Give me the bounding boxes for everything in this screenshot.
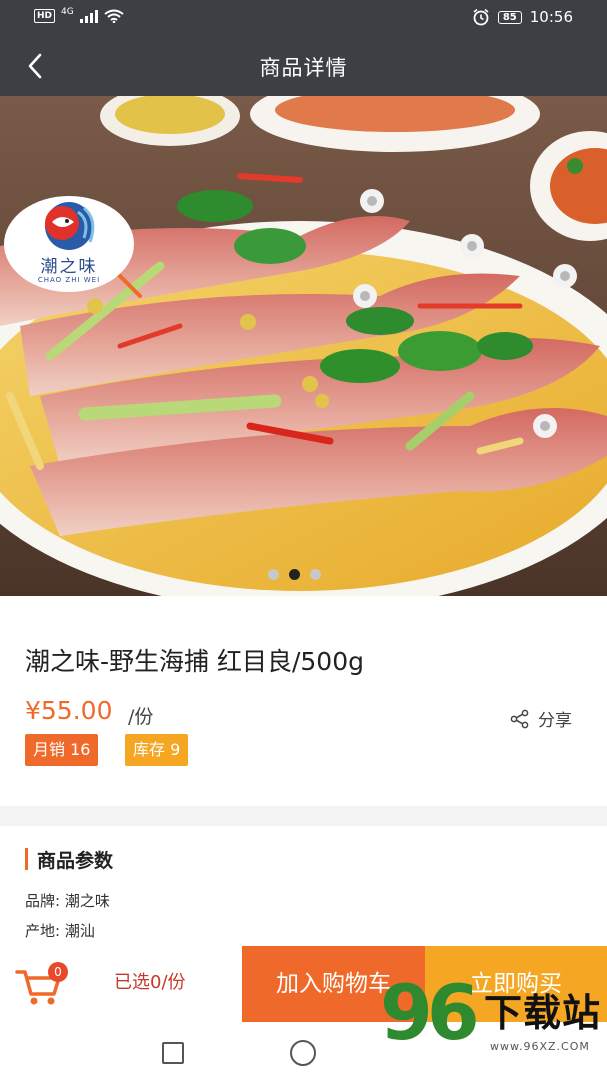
- carousel-dot[interactable]: [268, 569, 279, 580]
- app-header: 商品详情: [0, 36, 607, 96]
- price-unit: /份: [128, 706, 154, 728]
- share-button[interactable]: 分享: [510, 706, 572, 731]
- share-label: 分享: [538, 711, 572, 731]
- watermark-url: www.96XZ.COM: [490, 1040, 590, 1053]
- selected-quantity[interactable]: 已选0/份: [114, 968, 186, 994]
- watermark-number: 96: [380, 968, 480, 1057]
- page-title: 商品详情: [259, 56, 348, 80]
- cart-count-badge: 0: [48, 962, 68, 982]
- logo-subtitle: CHAO ZHI WEI: [37, 276, 101, 284]
- section-divider: [0, 806, 607, 826]
- params-heading: 商品参数: [37, 850, 114, 872]
- heading-accent: [25, 848, 28, 870]
- stock-badge: 库存 9: [125, 734, 189, 766]
- watermark: 96 下载站 www.96XZ.COM: [380, 968, 607, 1080]
- param-key: 产地:: [25, 922, 61, 940]
- param-row-brand: 品牌: 潮之味: [25, 890, 110, 911]
- product-price: ¥55.00: [25, 696, 113, 725]
- battery-indicator: 85: [497, 10, 522, 24]
- fish-logo-icon: [45, 202, 95, 250]
- recent-apps-button[interactable]: [162, 1042, 184, 1064]
- status-bar: HD 4G 85 10:56: [0, 0, 607, 36]
- status-right: 85 10:56: [472, 8, 573, 26]
- product-image-carousel[interactable]: 潮之味 CHAO ZHI WEI: [0, 96, 607, 596]
- alarm-icon: [473, 8, 489, 26]
- watermark-word: 下载站: [484, 991, 602, 1035]
- carousel-indicator: [268, 569, 321, 580]
- wifi-icon: [104, 9, 124, 23]
- share-icon: [510, 709, 529, 728]
- param-key: 品牌:: [25, 892, 61, 910]
- monthly-sales-badge: 月销 16: [25, 734, 99, 766]
- product-title: 潮之味-野生海捕 红目良/500g: [25, 647, 364, 676]
- param-value: 潮之味: [64, 892, 110, 910]
- carousel-dot-active[interactable]: [289, 569, 300, 580]
- brand-logo: 潮之味 CHAO ZHI WEI: [4, 196, 134, 292]
- signal-icon: [79, 9, 98, 23]
- network-type: 4G: [61, 7, 74, 17]
- home-button[interactable]: [290, 1040, 316, 1066]
- product-photo: [0, 96, 607, 596]
- logo-name: 潮之味: [40, 257, 98, 277]
- hd-badge: HD: [34, 9, 56, 23]
- clock: 10:56: [529, 8, 573, 26]
- param-value: 潮汕: [64, 922, 95, 940]
- carousel-dot[interactable]: [310, 569, 321, 580]
- param-row-origin: 产地: 潮汕: [25, 920, 95, 941]
- product-info: 潮之味-野生海捕 红目良/500g ¥55.00 /份 分享 月销 16 库存 …: [0, 596, 607, 806]
- status-left: HD 4G: [34, 7, 124, 23]
- product-params: 商品参数 品牌: 潮之味 产地: 潮汕: [0, 826, 607, 956]
